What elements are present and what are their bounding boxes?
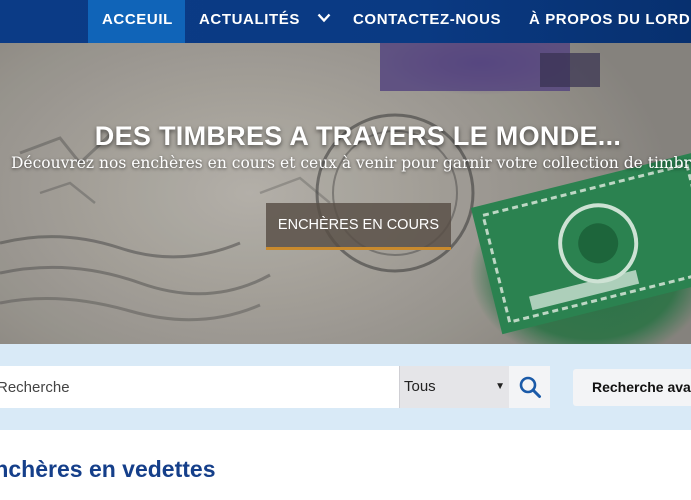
- category-select-value: Tous: [404, 378, 436, 395]
- main-nav: ACCEUIL ACTUALITÉS CONTACTEZ-NOUS À PROP…: [0, 0, 691, 43]
- current-auctions-button[interactable]: ENCHÈRES EN COURS: [266, 203, 451, 250]
- select-caret-icon: ▼: [495, 381, 505, 392]
- hero-subtitle: Découvrez nos enchères en cours et ceux …: [11, 154, 691, 172]
- advanced-search-button[interactable]: Recherche avancée: [573, 369, 691, 406]
- search-icon: [519, 376, 541, 398]
- hero-banner: DES TIMBRES A TRAVERS LE MONDE... Découv…: [0, 43, 691, 344]
- chevron-down-icon[interactable]: [317, 0, 331, 39]
- featured-section-title: Enchères en vedettes: [0, 456, 216, 482]
- nav-item-contact-label: CONTACTEZ-NOUS: [353, 11, 502, 28]
- search-bar-section: Tous ▼ Recherche avancée: [0, 344, 691, 430]
- hero-background-image: [0, 43, 691, 344]
- nav-item-news-label: ACTUALITÉS: [199, 11, 300, 28]
- search-button[interactable]: [509, 366, 550, 408]
- nav-item-home-label: ACCEUIL: [102, 11, 173, 28]
- nav-item-about-label: À PROPOS DU LORD: [529, 11, 691, 28]
- nav-item-about[interactable]: À PROPOS DU LORD: [515, 0, 691, 43]
- nav-item-home[interactable]: ACCEUIL: [88, 0, 185, 43]
- nav-item-news[interactable]: ACTUALITÉS: [185, 0, 345, 43]
- search-input[interactable]: [0, 366, 399, 408]
- hero-title: DES TIMBRES A TRAVERS LE MONDE...: [94, 121, 622, 151]
- category-select[interactable]: Tous ▼: [399, 366, 509, 408]
- nav-item-contact[interactable]: CONTACTEZ-NOUS: [339, 0, 515, 43]
